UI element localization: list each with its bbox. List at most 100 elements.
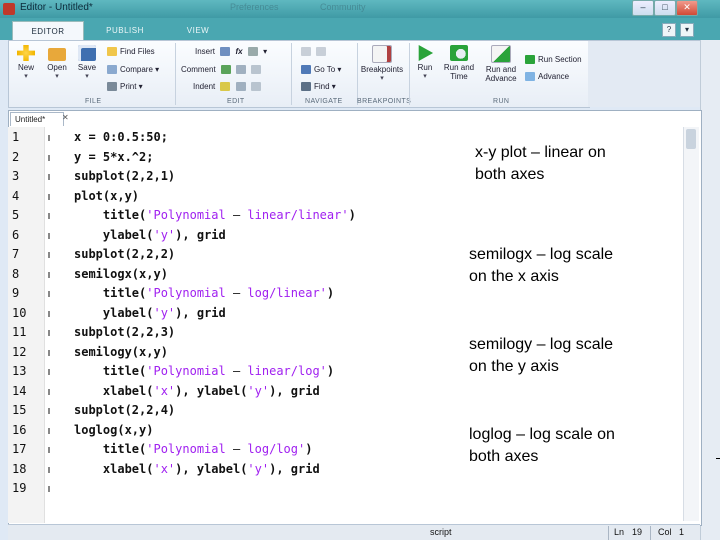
find-button[interactable]: Find ▾ <box>301 82 336 92</box>
run-and-time-icon <box>450 45 468 61</box>
line-number: 17 <box>12 442 27 456</box>
breakpoint-marker-slot[interactable] <box>48 310 50 317</box>
document-tab-untitled[interactable]: Untitled* <box>10 112 64 126</box>
new-button[interactable]: New ▾ <box>13 45 39 80</box>
code-line[interactable]: 10 ylabel('y'), grid <box>8 304 698 324</box>
chevron-down-icon[interactable]: ▾ <box>13 72 39 80</box>
indent-label: Indent <box>193 82 216 91</box>
compare-button[interactable]: Compare ▾ <box>107 65 159 75</box>
breakpoint-marker-slot[interactable] <box>48 330 50 336</box>
find-files-button[interactable]: Find Files <box>107 47 155 57</box>
chevron-down-icon[interactable]: ▾ <box>359 74 405 82</box>
run-section-button[interactable]: Run Section <box>525 55 582 65</box>
breakpoint-marker-slot[interactable] <box>48 193 50 200</box>
breakpoint-marker-slot[interactable] <box>48 408 50 414</box>
string-literal: linear/log' <box>247 364 327 378</box>
breakpoint-marker-slot[interactable] <box>48 466 50 473</box>
edge-divider <box>716 458 720 459</box>
advance-button[interactable]: Advance <box>525 72 570 82</box>
annotation-loglog: loglog – log scale on both axes <box>469 426 615 465</box>
breakpoint-marker-slot[interactable] <box>48 349 50 356</box>
help-icon[interactable]: ? <box>662 23 676 37</box>
chevron-down-icon[interactable]: ▾ <box>680 23 694 37</box>
breakpoint-marker-slot[interactable] <box>48 291 50 297</box>
print-button[interactable]: Print ▾ <box>107 82 143 92</box>
code-token: ) <box>348 208 356 222</box>
code-token: ), ylabel( <box>175 383 248 398</box>
insert-button[interactable]: Insert fx ▾ <box>195 47 267 57</box>
window-edge-scrollbar[interactable] <box>700 40 720 540</box>
run-and-time-button[interactable]: Run and Time <box>441 45 477 81</box>
comment-button[interactable]: Comment <box>181 65 264 75</box>
breakpoint-marker-slot[interactable] <box>48 388 50 395</box>
breakpoint-marker-slot[interactable] <box>48 427 50 434</box>
run-and-advance-icon <box>491 45 511 63</box>
code-line[interactable]: 15 subplot(2,2,4) <box>8 401 698 421</box>
window-title: Editor - Untitled* <box>20 2 93 13</box>
navigate-arrows[interactable] <box>301 47 329 57</box>
percent-icon <box>220 65 231 75</box>
edit-group-label: EDIT <box>227 98 245 105</box>
minimize-button[interactable]: – <box>632 0 654 16</box>
tab-editor[interactable]: EDITOR <box>12 21 84 41</box>
code-token: plot(x,y) <box>74 188 140 203</box>
status-divider <box>650 526 651 540</box>
advance-icon <box>525 72 535 82</box>
breakpoint-marker-slot[interactable] <box>48 174 50 180</box>
column-label: Col <box>658 527 672 537</box>
line-number: 3 <box>12 169 20 183</box>
run-button[interactable]: Run ▾ <box>413 45 437 80</box>
matlab-editor-window: Editor - Untitled* Preferences Community… <box>0 0 720 540</box>
chevron-down-icon[interactable]: ▾ <box>43 72 71 80</box>
breakpoint-marker-slot[interactable] <box>48 232 50 239</box>
breakpoint-marker-slot[interactable] <box>48 135 50 141</box>
insert-label: Insert <box>195 47 216 56</box>
breakpoint-marker-slot[interactable] <box>48 271 50 278</box>
floppy-disk-icon <box>78 45 96 61</box>
code-line[interactable]: 4 plot(x,y) <box>8 187 698 207</box>
editor-vertical-scrollbar[interactable] <box>683 127 699 521</box>
close-icon[interactable]: ✕ <box>62 113 69 122</box>
advance-label: Advance <box>538 72 570 81</box>
go-to-label: Go To <box>314 65 336 74</box>
code-line[interactable]: 19 <box>8 479 698 499</box>
scrollbar-thumb[interactable] <box>686 129 696 149</box>
breakpoint-marker-slot[interactable] <box>48 154 50 161</box>
open-button[interactable]: Open ▾ <box>43 45 71 80</box>
chevron-down-icon[interactable]: ▾ <box>75 72 99 80</box>
code-line[interactable]: 14 xlabel('x'), ylabel('y'), grid <box>8 382 698 402</box>
indent-button[interactable]: Indent <box>193 82 264 92</box>
chevron-down-icon[interactable]: ▾ <box>413 72 437 80</box>
string-literal: linear/linear' <box>247 208 349 222</box>
code-token: title( <box>74 442 147 456</box>
code-text: title('Polynomial – linear/log') <box>74 362 334 382</box>
run-and-time-label-line2: Time <box>450 72 468 81</box>
code-text: ylabel('y'), grid <box>74 226 226 246</box>
breakpoint-marker-slot[interactable] <box>48 252 50 258</box>
group-divider <box>357 43 358 105</box>
close-button[interactable]: ✕ <box>676 0 698 16</box>
save-button[interactable]: Save ▾ <box>75 45 99 80</box>
breakpoint-marker-slot[interactable] <box>48 213 50 219</box>
go-to-button[interactable]: Go To ▾ <box>301 65 341 75</box>
code-line[interactable]: 5 title('Polynomial – linear/linear') <box>8 206 698 226</box>
run-and-advance-label-line1: Run and <box>485 65 517 74</box>
maximize-button[interactable]: □ <box>654 0 676 16</box>
code-line[interactable]: 6 ylabel('y'), grid <box>8 226 698 246</box>
breakpoints-button[interactable]: Breakpoints ▾ <box>359 45 405 82</box>
breakpoint-marker-slot[interactable] <box>48 486 50 492</box>
code-text: x = 0:0.5:50; <box>74 128 168 148</box>
annotation-plot: x-y plot – linear on both axes <box>475 144 606 183</box>
code-token: – <box>225 286 248 300</box>
run-and-advance-button[interactable]: Run and Advance <box>481 45 521 83</box>
tab-publish[interactable]: PUBLISH <box>88 21 162 40</box>
fx-icon[interactable]: fx <box>235 47 242 56</box>
annotation-semilogx: semilogx – log scale on the x axis <box>469 246 614 285</box>
breakpoint-marker-slot[interactable] <box>48 447 50 453</box>
tab-view[interactable]: VIEW <box>166 21 230 40</box>
group-divider <box>409 43 410 105</box>
code-token: x = 0:0.5:50; <box>74 130 168 144</box>
string-literal: 'Polynomial <box>146 286 226 300</box>
breakpoint-marker-slot[interactable] <box>48 369 50 375</box>
code-text: semilogx(x,y) <box>74 265 168 285</box>
